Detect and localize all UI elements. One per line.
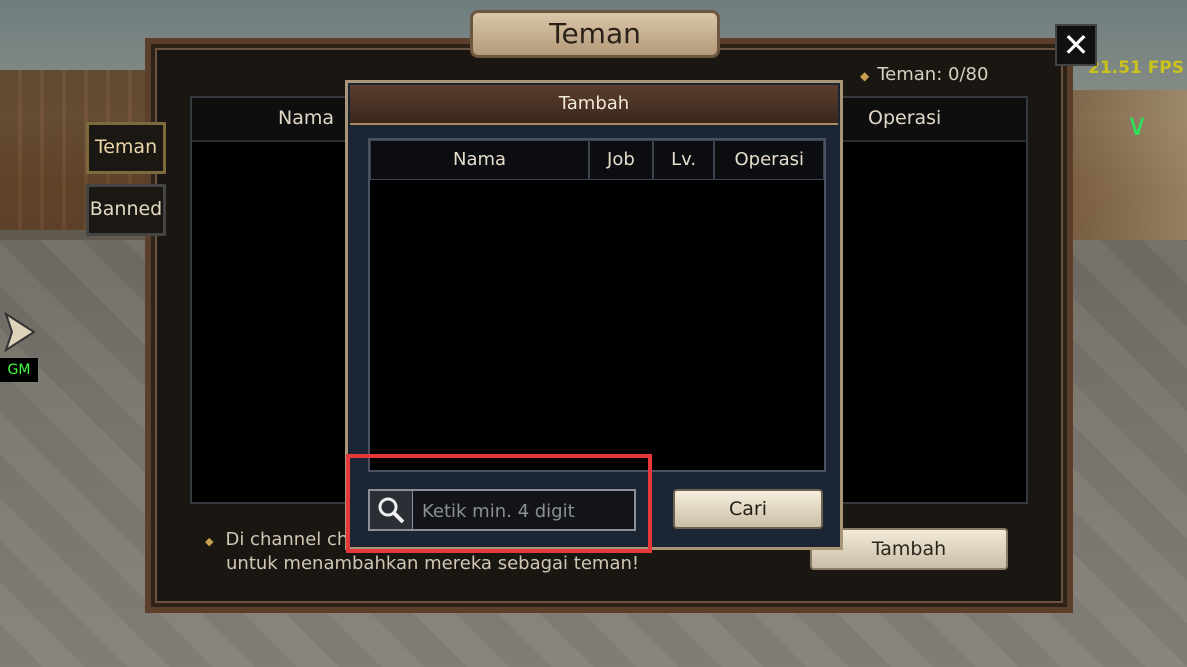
search-results-table: Nama Job Lv. Operasi [368, 138, 826, 472]
column-header-operation: Operasi [868, 107, 942, 129]
diamond-icon: ◆ [860, 69, 870, 83]
column-header-name: Nama [370, 140, 590, 180]
close-button[interactable]: ✕ [1055, 24, 1097, 66]
dialog-title: Tambah [350, 85, 838, 125]
search-button[interactable]: Cari [673, 489, 823, 529]
note-line-2: untuk menambahkan mereka sebagai teman! [226, 553, 640, 574]
diamond-icon: ◆ [205, 535, 214, 548]
chevron-down-icon[interactable]: ∨ [1126, 108, 1148, 143]
search-results-header: Nama Job Lv. Operasi [370, 140, 824, 182]
column-header-job: Job [589, 140, 653, 180]
gm-arrow-icon[interactable] [4, 312, 38, 352]
highlight-box [346, 454, 652, 553]
tab-teman[interactable]: Teman [86, 122, 166, 174]
friend-count: ◆ Teman: 0/80 [860, 64, 988, 85]
background-house [1060, 90, 1187, 240]
note-line-1: Di channel cha [225, 529, 360, 550]
gm-label[interactable]: GM [0, 358, 38, 382]
column-header-name: Nama [278, 107, 335, 129]
window-title: Teman [549, 17, 641, 50]
column-header-operation: Operasi [714, 140, 824, 180]
window-title-plate: Teman [470, 10, 720, 58]
tab-banned[interactable]: Banned [86, 184, 166, 236]
fps-counter: 21.51 FPS [1088, 58, 1185, 78]
friend-count-text: Teman: 0/80 [877, 64, 989, 85]
column-header-level: Lv. [652, 140, 715, 180]
